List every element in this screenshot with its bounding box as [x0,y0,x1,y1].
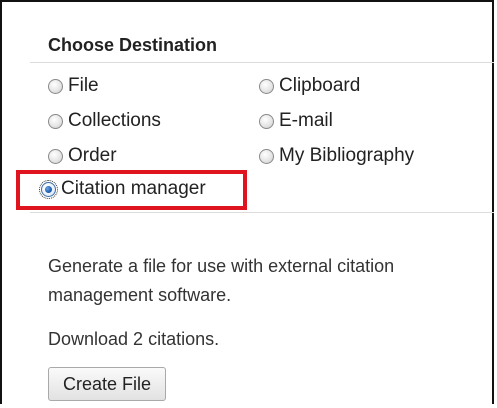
radio-clipboard[interactable] [259,78,274,94]
heading-divider [30,62,494,63]
citation-manager-focus-box[interactable]: Citation manager [39,178,207,200]
destination-option-my-bibliography[interactable]: My Bibliography [259,145,414,167]
send-to-panel: Choose Destination File Clipboard Collec… [0,0,494,404]
option-label-collections: Collections [68,110,161,131]
option-label-clipboard: Clipboard [279,75,361,96]
choose-destination-heading: Choose Destination [48,35,218,55]
radio-file[interactable] [48,78,63,94]
option-label-file: File [68,75,99,96]
citation-manager-description: Generate a file for use with external ci… [48,256,395,305]
option-label-my-bibliography: My Bibliography [279,145,415,166]
download-count-note: Download 2 citations. [48,329,220,349]
radio-my-bibliography[interactable] [259,148,274,164]
destination-option-citation-manager[interactable]: Citation manager [39,178,207,200]
destination-option-order[interactable]: Order [48,145,117,167]
destination-option-file[interactable]: File [48,75,99,97]
options-divider [30,212,494,213]
radio-email[interactable] [259,113,274,129]
destination-option-collections[interactable]: Collections [48,110,161,132]
radio-order[interactable] [48,148,63,164]
radio-citation-manager-selected[interactable] [39,179,58,199]
destination-option-email[interactable]: E-mail [259,110,333,132]
option-label-order: Order [68,145,117,166]
create-file-button[interactable]: Create File [48,367,167,401]
destination-option-clipboard[interactable]: Clipboard [259,75,360,97]
radio-collections[interactable] [48,113,63,129]
option-label-citation-manager: Citation manager [61,178,206,199]
option-label-email: E-mail [279,110,333,131]
